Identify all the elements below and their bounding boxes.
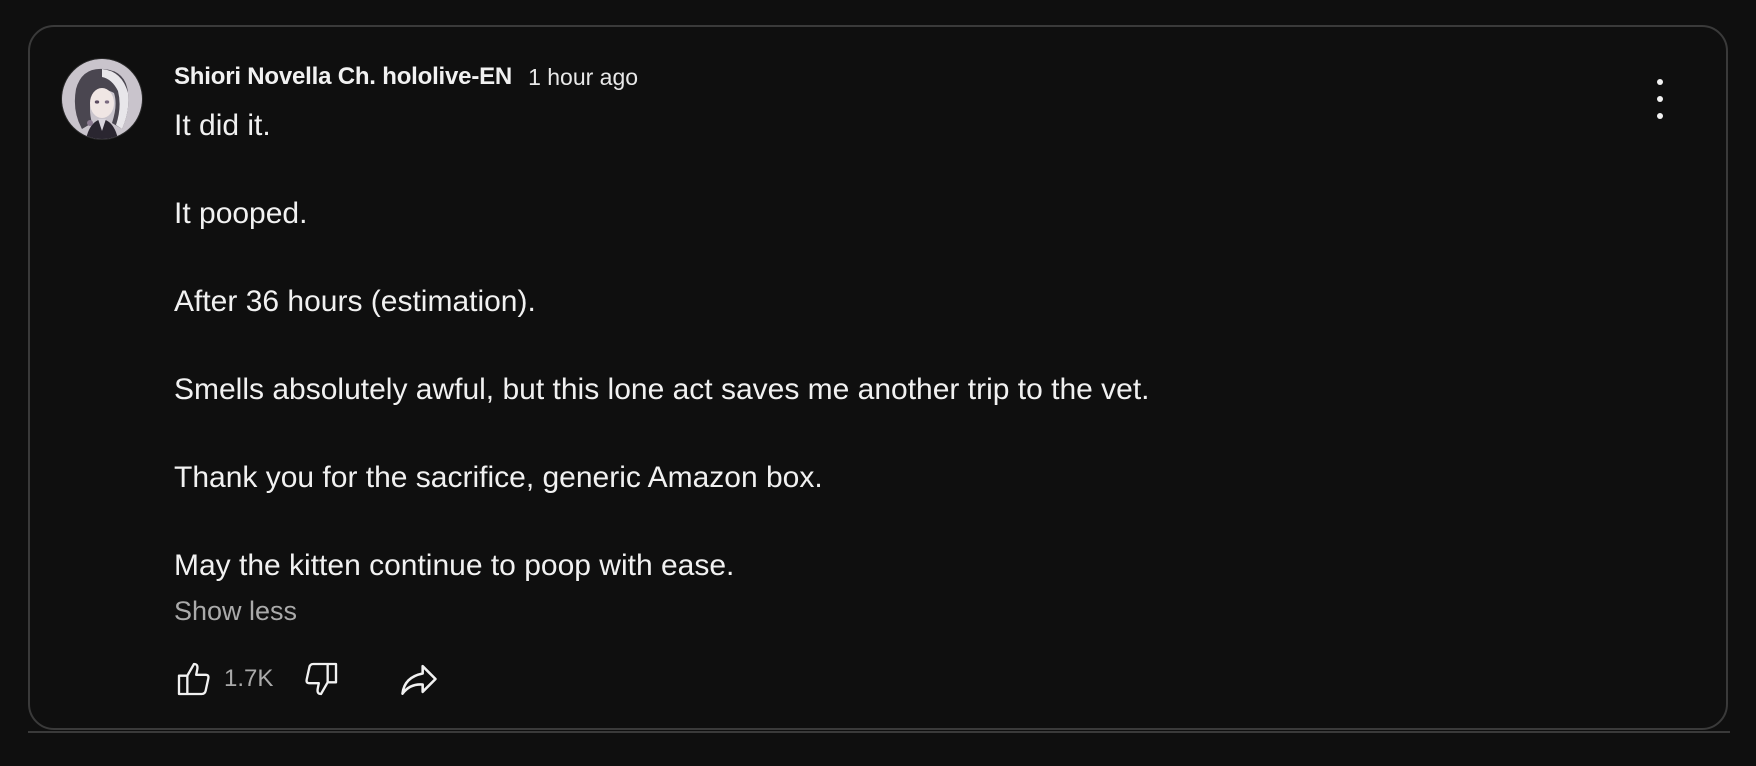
show-less-button[interactable]: Show less bbox=[174, 591, 297, 631]
post-body: It did it. It pooped. After 36 hours (es… bbox=[174, 104, 1574, 588]
share-icon bbox=[401, 664, 438, 695]
section-divider bbox=[28, 731, 1730, 733]
thumbs-down-icon bbox=[305, 662, 338, 696]
author-name[interactable]: Shiori Novella Ch. hololive-EN bbox=[174, 63, 512, 91]
share-button[interactable] bbox=[397, 657, 441, 701]
community-post-card: Shiori Novella Ch. hololive-EN 1 hour ag… bbox=[28, 25, 1728, 730]
post-paragraph: After 36 hours (estimation). bbox=[174, 285, 536, 318]
like-count: 1.7K bbox=[224, 665, 274, 692]
more-vertical-icon-dot bbox=[1657, 113, 1663, 119]
more-actions-button[interactable] bbox=[1648, 79, 1672, 119]
post-paragraph: Smells absolutely awful, but this lone a… bbox=[174, 373, 1150, 406]
post-paragraph: It did it. bbox=[174, 109, 271, 142]
more-vertical-icon-dot bbox=[1657, 96, 1663, 102]
dislike-button[interactable] bbox=[299, 657, 343, 701]
like-button[interactable] bbox=[172, 657, 216, 701]
post-timestamp[interactable]: 1 hour ago bbox=[528, 64, 638, 91]
post-paragraph: Thank you for the sacrifice, generic Ama… bbox=[174, 461, 823, 494]
action-bar: 1.7K bbox=[172, 656, 441, 702]
thumbs-up-icon bbox=[177, 662, 210, 696]
post-paragraph: It pooped. bbox=[174, 197, 308, 230]
more-vertical-icon bbox=[1657, 79, 1663, 85]
post-header: Shiori Novella Ch. hololive-EN 1 hour ag… bbox=[174, 61, 638, 93]
avatar-illustration bbox=[62, 59, 142, 139]
post-paragraph: May the kitten continue to poop with eas… bbox=[174, 549, 735, 582]
channel-avatar[interactable] bbox=[62, 59, 142, 139]
